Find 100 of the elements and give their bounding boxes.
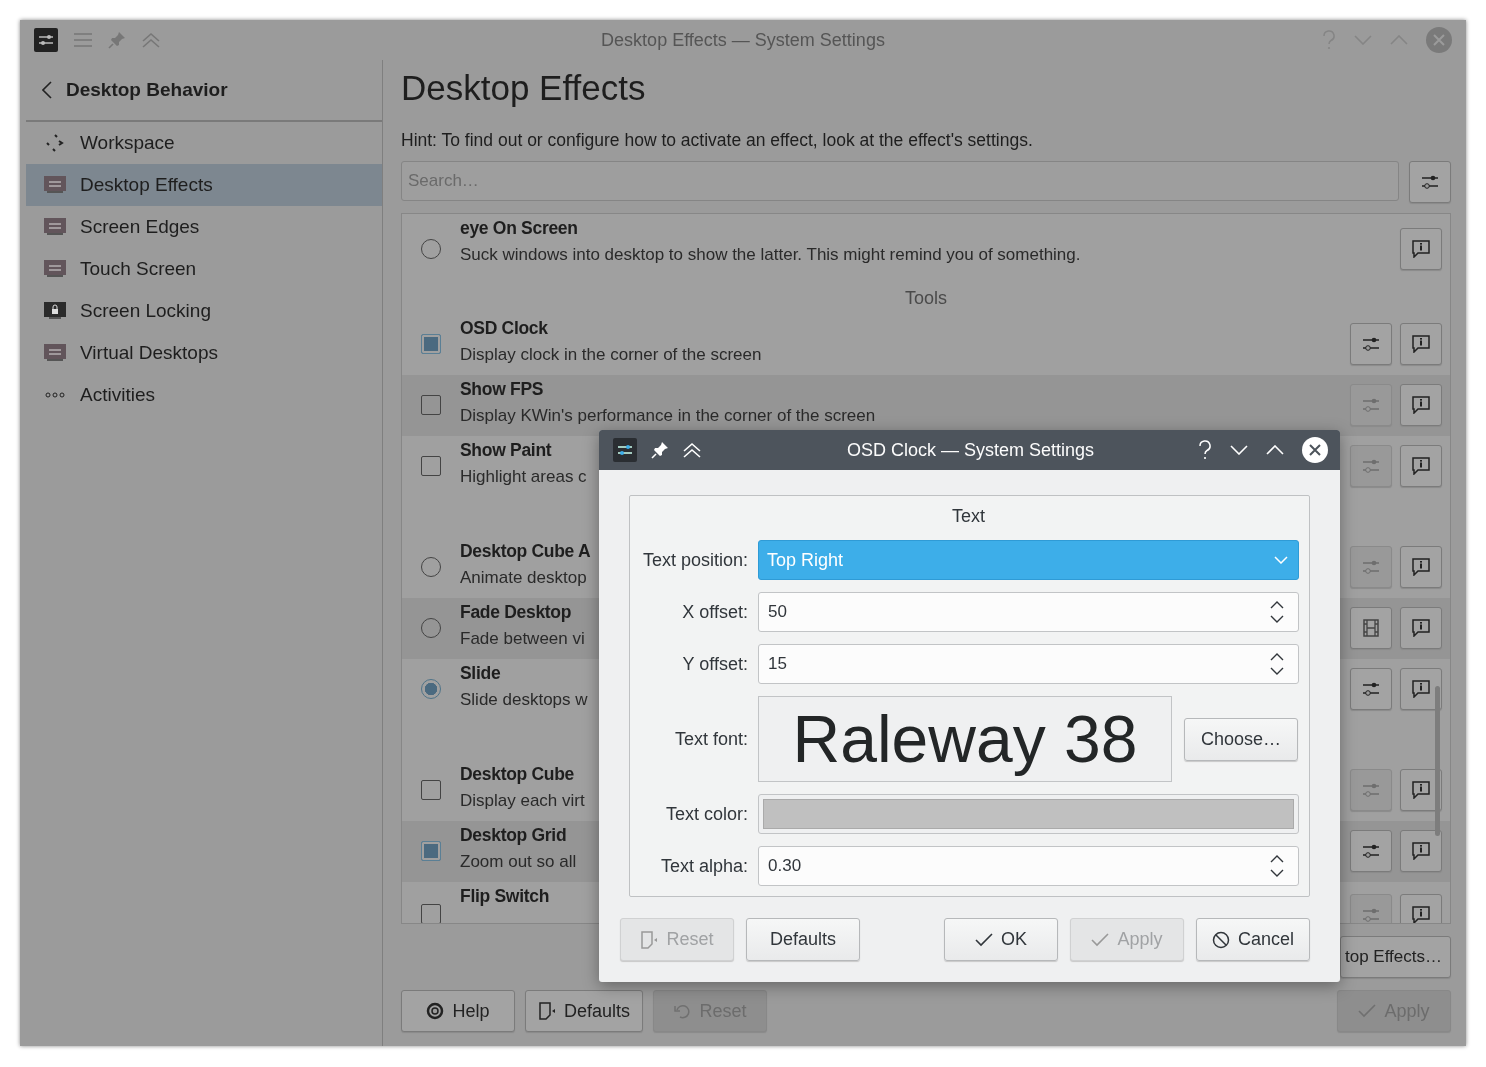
monitor-icon [44, 218, 66, 236]
footer-button[interactable]: Help [401, 990, 515, 1032]
cancel-icon [1212, 930, 1230, 949]
info-icon [1412, 335, 1430, 354]
info-icon [1412, 239, 1430, 258]
field-label: Y offset: [681, 653, 748, 675]
effect-title: Fade Desktop [460, 601, 573, 623]
sidebar-item[interactable]: Activities [26, 374, 382, 416]
undo-icon [673, 1002, 692, 1020]
info-button[interactable] [1400, 607, 1442, 650]
info-icon [1412, 457, 1430, 476]
effect-description: Highlight areas c [460, 466, 587, 487]
effect-title: Desktop Grid [460, 824, 568, 846]
spin-box[interactable]: 15 [758, 644, 1299, 684]
sliders-icon [1362, 681, 1380, 698]
info-button[interactable] [1400, 445, 1442, 488]
document-icon [640, 930, 659, 949]
checkbox[interactable] [421, 395, 441, 416]
info-icon [1412, 781, 1430, 800]
sliders-icon [1362, 843, 1380, 860]
get-new-effects-button[interactable]: top Effects… [1340, 936, 1451, 978]
sidebar-header: Desktop Behavior [66, 79, 228, 101]
back-icon[interactable] [42, 81, 52, 99]
monitor-icon [44, 176, 66, 194]
check-icon [1091, 932, 1110, 947]
info-icon [1412, 558, 1430, 577]
monitor-icon [44, 260, 66, 278]
info-button[interactable] [1400, 769, 1442, 812]
sliders-icon [1362, 336, 1380, 353]
font-preview: Raleway 38 [758, 696, 1172, 782]
check-icon [1358, 1004, 1377, 1018]
spin-arrows-icon [1270, 652, 1284, 676]
field-label: Text position: [641, 549, 748, 571]
spin-arrows-icon [1270, 600, 1284, 624]
spin-box[interactable]: 50 [758, 592, 1299, 632]
effect-description: Display clock in the corner of the screen [460, 344, 762, 365]
sidebar-item[interactable]: Screen Edges [26, 206, 382, 248]
checkbox[interactable] [421, 456, 441, 477]
hint-text: Hint: To find out or configure how to activate an effect, look at the effect's settings. [401, 129, 1034, 151]
info-icon [1412, 842, 1430, 861]
effect-title: eye On Screen [460, 217, 579, 239]
info-button[interactable] [1400, 830, 1442, 873]
sliders-icon [1362, 559, 1380, 576]
sidebar-item[interactable]: Desktop Effects [26, 164, 382, 206]
effect-description: Fade between vi [460, 628, 585, 649]
checkbox[interactable] [421, 780, 441, 801]
field-label: Text color: [664, 803, 748, 825]
field-label: Text font: [673, 728, 748, 750]
chevron-down-icon [1274, 556, 1288, 564]
sliders-icon [1362, 397, 1380, 414]
check-icon [975, 932, 993, 947]
info-button[interactable] [1400, 227, 1442, 270]
configure-button[interactable] [1350, 830, 1392, 873]
close-icon[interactable] [1302, 437, 1328, 463]
radio-button[interactable] [421, 679, 441, 700]
effect-description: Slide desktops w [460, 689, 588, 710]
workspace-icon [44, 133, 66, 153]
info-button[interactable] [1400, 323, 1442, 366]
effect-title: Flip Switch [460, 885, 550, 907]
sliders-icon [1421, 173, 1439, 190]
app-icon [613, 438, 637, 462]
dialog-button[interactable]: OK [944, 918, 1058, 961]
lock-monitor-icon [44, 302, 66, 320]
window-title: Desktop Effects — System Settings [600, 29, 886, 51]
footer-button[interactable]: Defaults [525, 990, 644, 1032]
effect-description: Zoom out so all [460, 851, 577, 872]
choose-font-button[interactable]: Choose… [1184, 717, 1298, 761]
monitor-icon [44, 344, 66, 362]
info-button[interactable] [1400, 893, 1442, 923]
sidebar-item[interactable]: Screen Locking [26, 290, 382, 332]
info-icon [1412, 619, 1430, 638]
video-button[interactable] [1350, 607, 1392, 650]
sidebar-item[interactable]: Virtual Desktops [26, 332, 382, 374]
scrollbar[interactable] [1435, 685, 1440, 836]
dialog-button[interactable]: Cancel [1196, 918, 1310, 961]
info-button[interactable] [1400, 546, 1442, 589]
info-button[interactable] [1400, 668, 1442, 711]
info-icon [1412, 905, 1430, 923]
sidebar-item[interactable]: Touch Screen [26, 248, 382, 290]
info-button[interactable] [1400, 384, 1442, 427]
configure-button[interactable] [1350, 323, 1392, 366]
dots-icon [44, 392, 66, 398]
field-label: Text alpha: [659, 855, 748, 877]
checkbox[interactable] [421, 841, 441, 862]
configure-button[interactable] [1350, 668, 1392, 711]
dialog-button[interactable]: Defaults [746, 918, 860, 961]
effect-title: Show Paint [460, 439, 553, 461]
lifebuoy-icon [426, 1002, 445, 1020]
effect-title: Desktop Cube A [460, 540, 591, 562]
sliders-icon [1362, 458, 1380, 475]
info-icon [1412, 680, 1430, 699]
pin-icon[interactable] [651, 441, 669, 459]
help-icon[interactable] [1198, 440, 1212, 460]
checkbox[interactable] [421, 334, 441, 355]
spin-arrows-icon [1270, 854, 1284, 878]
checkbox[interactable] [421, 903, 441, 923]
sliders-icon [1362, 782, 1380, 799]
spin-box[interactable]: 0.30 [758, 846, 1299, 886]
sidebar-item[interactable]: Workspace [26, 122, 382, 164]
filter-button[interactable] [1409, 160, 1451, 203]
